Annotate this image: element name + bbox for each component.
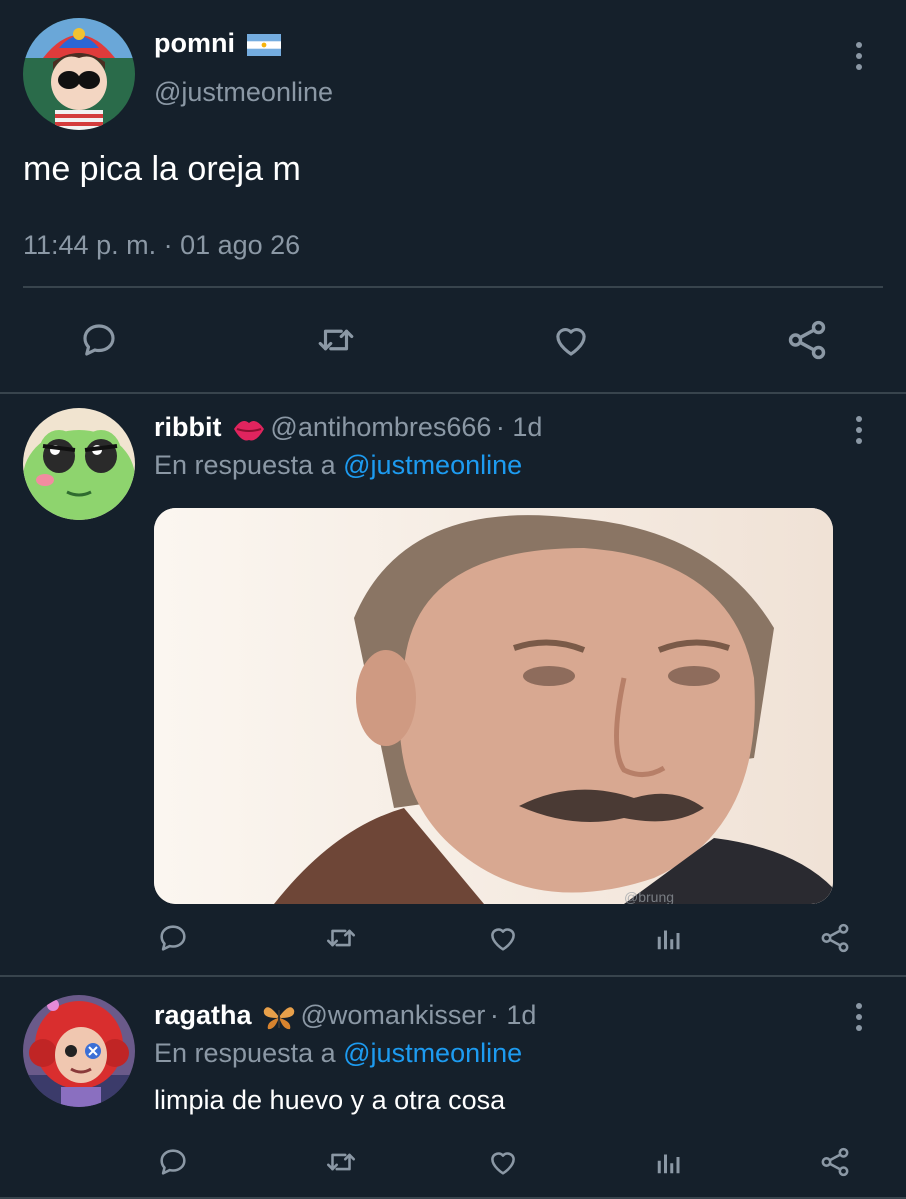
retweet-icon[interactable]: [321, 920, 361, 956]
handle[interactable]: @justmeonline: [154, 77, 333, 108]
tweet-divider: [0, 392, 906, 394]
avatar-image: [23, 408, 135, 520]
reply-to-link[interactable]: @justmeonline: [343, 450, 522, 480]
tweet-media-image[interactable]: @brung: [154, 508, 833, 904]
avatar-pomni[interactable]: [23, 18, 135, 130]
handle[interactable]: @womankisser: [300, 1000, 485, 1030]
comment-icon[interactable]: [155, 920, 191, 956]
views-icon[interactable]: [652, 1144, 686, 1180]
butterfly-emoji-icon: [262, 1002, 296, 1032]
lips-emoji-icon: [232, 414, 266, 444]
avatar-ragatha[interactable]: [23, 995, 135, 1107]
display-name[interactable]: ribbit: [154, 412, 222, 442]
like-icon[interactable]: [547, 318, 595, 362]
display-name[interactable]: pomni: [154, 28, 235, 58]
tweet-timestamp: 11:44 p. m. · 01 ago 26: [23, 230, 301, 260]
author-line: ribbit @antihombres666 · 1d: [154, 412, 542, 447]
reply-prefix: En respuesta a: [154, 1038, 336, 1068]
handle[interactable]: @antihombres666: [270, 412, 491, 442]
share-icon[interactable]: [817, 1144, 853, 1180]
like-icon[interactable]: [485, 920, 521, 956]
tweet-divider: [0, 975, 906, 977]
argentina-flag-icon: [247, 33, 282, 56]
reply-context: En respuesta a @justmeonline: [154, 1038, 522, 1069]
relative-time: · 1d: [495, 412, 543, 442]
reply-context: En respuesta a @justmeonline: [154, 450, 522, 481]
media-watermark: @brung: [624, 889, 674, 904]
comment-icon[interactable]: [155, 1144, 191, 1180]
tweet-text: me pica la oreja m: [23, 150, 301, 188]
share-icon[interactable]: [783, 316, 831, 364]
comment-icon[interactable]: [76, 318, 122, 362]
tweet-text: limpia de huevo y a otra cosa: [154, 1085, 506, 1115]
share-icon[interactable]: [817, 920, 853, 956]
more-icon[interactable]: [855, 42, 863, 70]
reply-to-link[interactable]: @justmeonline: [343, 1038, 522, 1068]
more-icon[interactable]: [855, 1003, 863, 1031]
author-line: ragatha @womankisser · 1d: [154, 1000, 536, 1035]
like-icon[interactable]: [485, 1144, 521, 1180]
avatar-ribbit[interactable]: [23, 408, 135, 520]
relative-time: · 1d: [489, 1000, 537, 1030]
reply-prefix: En respuesta a: [154, 450, 336, 480]
man-portrait-image: @brung: [154, 508, 833, 904]
retweet-icon[interactable]: [311, 318, 361, 362]
inner-divider: [23, 286, 883, 288]
retweet-icon[interactable]: [321, 1144, 361, 1180]
display-name[interactable]: ragatha: [154, 1000, 252, 1030]
views-icon[interactable]: [652, 920, 686, 956]
author-line: pomni: [154, 28, 282, 59]
more-icon[interactable]: [855, 416, 863, 444]
avatar-image: [23, 18, 135, 130]
avatar-image: [23, 995, 135, 1107]
